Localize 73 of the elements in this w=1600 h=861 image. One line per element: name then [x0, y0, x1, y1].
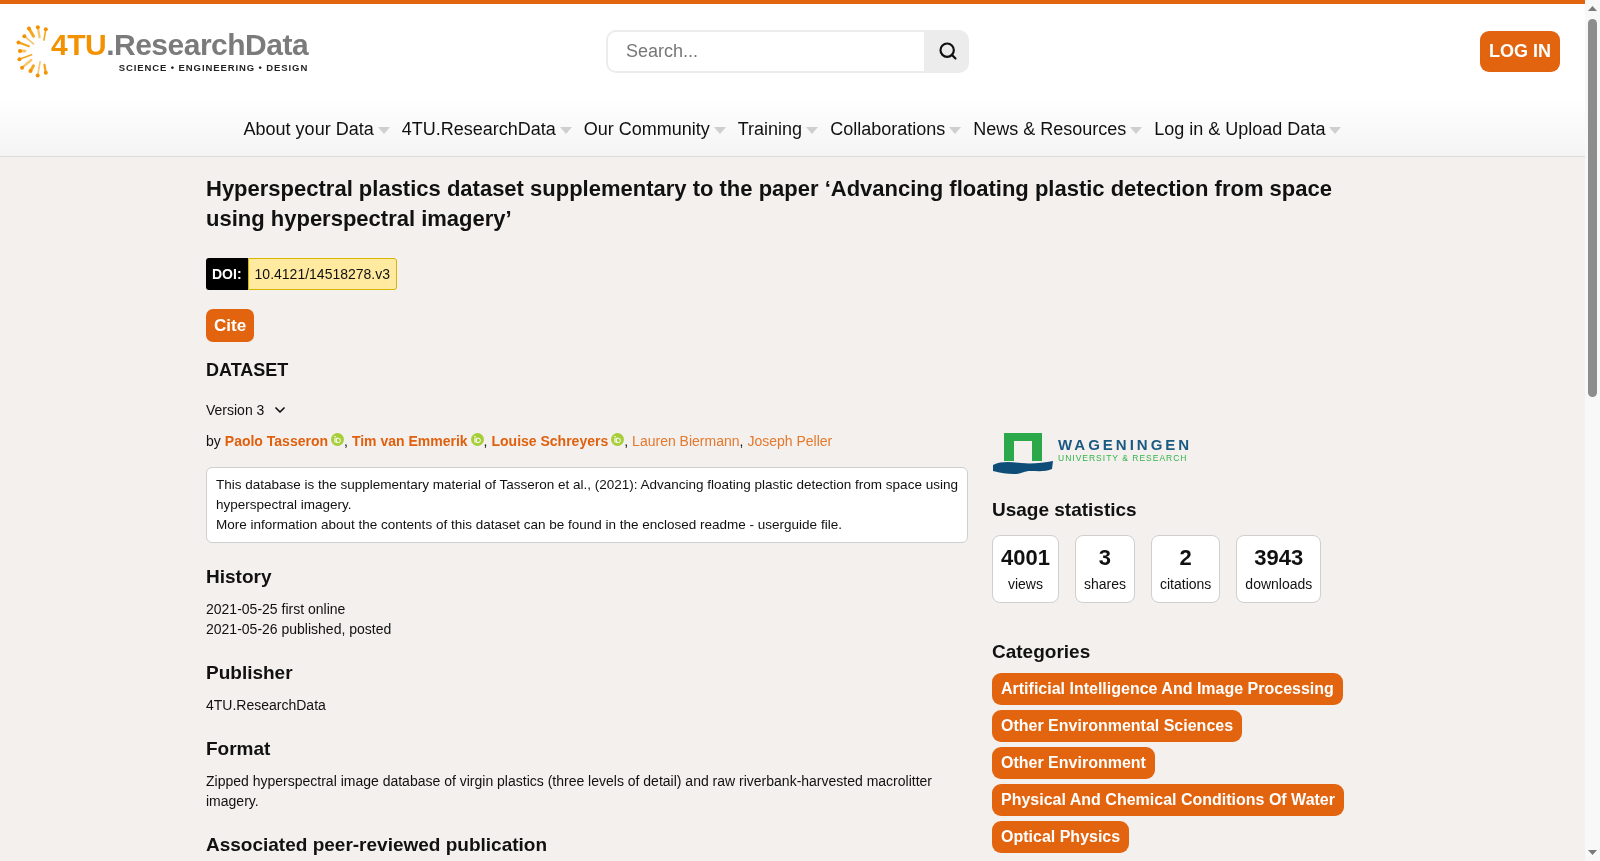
stat-value: 3943	[1254, 544, 1304, 572]
section-text: 2021-05-25 first online	[206, 600, 347, 619]
logo-name: .ResearchData	[106, 28, 309, 62]
caret-down-icon	[949, 127, 962, 134]
usage-heading: Usage statistics	[992, 498, 1138, 522]
nav-menu-item[interactable]: News & Resources	[973, 116, 1143, 143]
author-separator: ,	[624, 433, 629, 449]
login-button[interactable]: LOG IN	[1480, 30, 1560, 72]
author-link[interactable]: Paolo Tasseron	[224, 433, 328, 449]
scroll-up-icon[interactable]	[1588, 6, 1597, 11]
author-separator: ,	[483, 433, 488, 449]
stat-label: citations	[1160, 575, 1212, 594]
author-link[interactable]: Lauren Biermann	[632, 433, 740, 449]
caret-down-icon	[559, 127, 572, 134]
description-text: More information about the contents of this dataset can be found in the enclosed readme - userguide file.	[216, 516, 843, 534]
stat-label: downloads	[1245, 575, 1313, 594]
caret-down-icon	[1329, 127, 1342, 134]
section-text: Zipped hyperspectral image database of virgin plastics (three levels of detail) and raw riverbank-harvested macrolitter imagery.	[206, 772, 933, 811]
cite-button[interactable]: Cite	[206, 309, 255, 342]
author-link[interactable]: Tim van Emmerik	[351, 433, 468, 449]
partner-logo-subtitle: UNIVERSITY & RESEARCH	[1058, 452, 1189, 464]
author-link[interactable]: Joseph Peller	[747, 433, 833, 449]
stat-value: 3	[1098, 544, 1112, 572]
category-tag[interactable]: Physical And Chemical Conditions Of Water	[992, 784, 1344, 816]
category-tag[interactable]: Artificial Intelligence And Image Processing	[992, 673, 1343, 705]
scroll-down-icon[interactable]	[1588, 850, 1597, 855]
logo-tagline: SCIENCE • ENGINEERING • DESIGN	[118, 62, 309, 74]
dataset-type-label: DATASET	[206, 359, 290, 382]
caret-down-icon	[377, 127, 390, 134]
nav-menu-item[interactable]: Collaborations	[830, 116, 962, 143]
nav-menu-item[interactable]: Our Community	[583, 116, 726, 143]
nav-menu-item[interactable]: 4TU.ResearchData	[401, 116, 572, 143]
id-icon	[611, 432, 625, 446]
stat-label: shares	[1083, 575, 1126, 594]
scrollbar[interactable]	[1585, 0, 1600, 861]
logo-mark: 4TU	[51, 28, 107, 62]
stat-value: 4001	[1001, 544, 1050, 572]
doi-link[interactable]: 10.4121/14518278.v3	[247, 258, 398, 290]
section-heading: Publisher	[206, 661, 294, 685]
search-icon	[937, 41, 958, 61]
section-text: 2021-05-26 published, posted	[206, 620, 393, 639]
author-separator: ,	[739, 433, 744, 449]
nav-menu-item[interactable]: Log in & Upload Data	[1154, 116, 1342, 143]
search-field[interactable]: Search...	[606, 29, 926, 73]
dataset-title: Hyperspectral plastics dataset supplementary to the paper ‘Advancing floating plastic detection from space using hyperspectral imagery’	[206, 175, 1333, 233]
section-heading: History	[206, 565, 273, 589]
category-tag[interactable]: Other Environmental Sciences	[992, 710, 1243, 742]
nav-menu-item[interactable]: Training	[737, 116, 819, 143]
partner-logo-name: WAGENINGEN	[1058, 435, 1193, 453]
category-tag[interactable]: Other Environment	[992, 747, 1155, 779]
author-separator: ,	[344, 433, 348, 449]
category-tag[interactable]: Optical Physics	[992, 821, 1130, 853]
categories-heading: Categories	[992, 640, 1092, 664]
by-label: by	[206, 433, 221, 449]
id-icon	[470, 432, 484, 446]
scrollbar-thumb[interactable]	[1588, 19, 1597, 397]
description-text: This database is the supplementary material of Tasseron et al., (2021): Advancing floating plastic detection from space using hyperspectral imagery.	[216, 476, 958, 514]
stat-label: views	[1007, 575, 1043, 594]
search-button[interactable]	[926, 29, 969, 73]
caret-down-icon	[806, 127, 819, 134]
section-text: 4TU.ResearchData	[206, 696, 327, 715]
sunburst-logo-icon	[15, 22, 49, 80]
doi-label: DOI:	[206, 258, 248, 290]
section-heading: Associated peer-reviewed publication	[206, 833, 549, 857]
author-link[interactable]: Louise Schreyers	[491, 433, 609, 449]
caret-down-icon	[1130, 127, 1143, 134]
arch-logo-icon	[992, 430, 1054, 477]
version-dropdown[interactable]: Version 3	[206, 399, 289, 421]
id-icon	[331, 432, 344, 446]
section-heading: Format	[206, 737, 272, 761]
caret-down-icon	[713, 127, 726, 134]
nav-menu-item[interactable]: About your Data	[243, 116, 390, 143]
stat-value: 2	[1179, 544, 1192, 572]
